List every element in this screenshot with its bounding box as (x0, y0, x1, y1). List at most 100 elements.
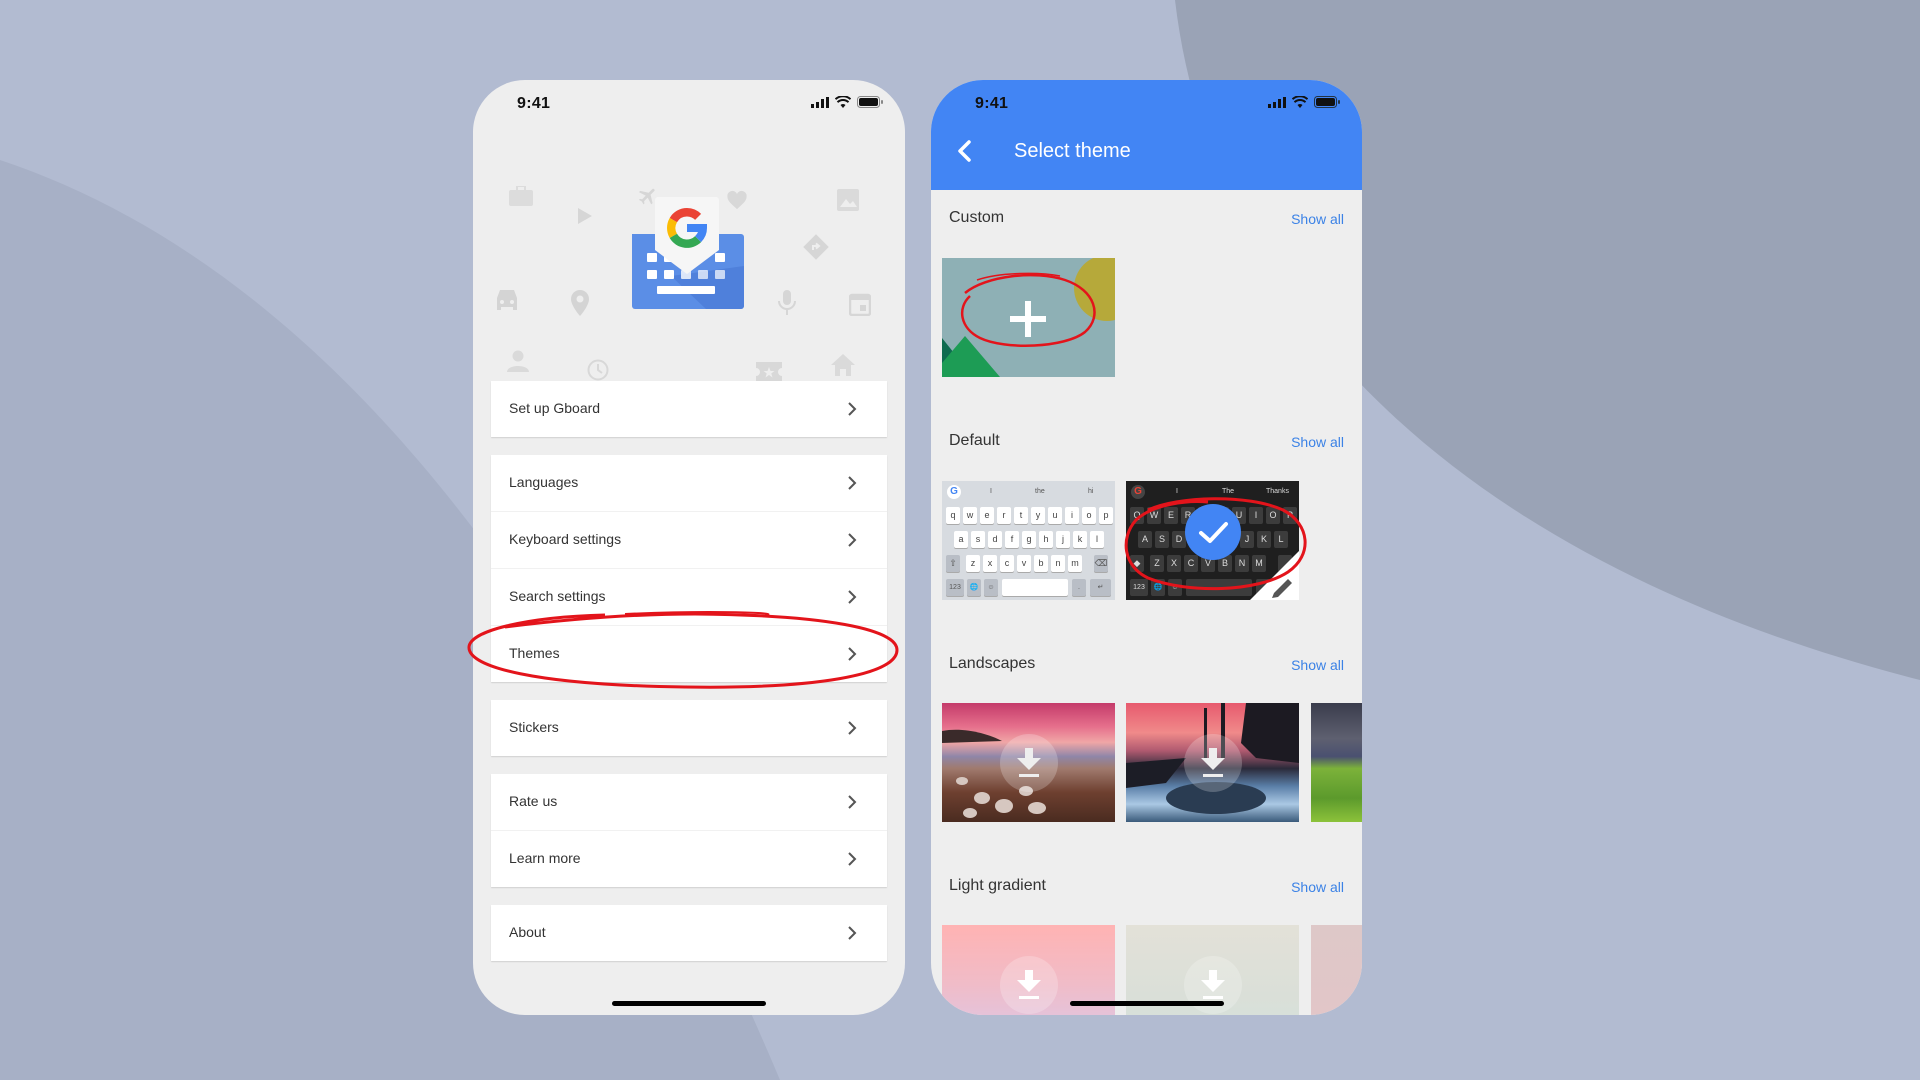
section-title-light-gradient: Light gradient (949, 877, 1046, 894)
keyboard-key: q (946, 507, 960, 524)
signal-icon (811, 96, 829, 108)
keyboard-key: x (983, 555, 997, 572)
keyboard-key: l (1090, 531, 1104, 548)
chevron-right-icon (848, 795, 857, 809)
keyboard-key: ☺ (984, 579, 998, 596)
keyboard-key: y (1031, 507, 1045, 524)
keyboard-key: r (997, 507, 1011, 524)
menu-item-about[interactable]: About (491, 905, 887, 961)
keyboard-key: b (1034, 555, 1048, 572)
keyboard-key: d (988, 531, 1002, 548)
keyboard-key: s (971, 531, 985, 548)
menu-item-stickers[interactable]: Stickers (491, 700, 887, 756)
menu-item-label: Rate us (509, 793, 558, 809)
keyboard-key: f (1005, 531, 1019, 548)
menu-item-label: Set up Gboard (509, 400, 601, 416)
keyboard-key: c (1000, 555, 1014, 572)
chevron-right-icon (848, 402, 857, 416)
keyboard-key: n (1051, 555, 1065, 572)
suggestion: the (1035, 488, 1045, 495)
theme-gradient-rose[interactable] (1311, 925, 1362, 1015)
theme-landscape-beach[interactable] (942, 703, 1115, 822)
menu-group-stickers: Stickers (491, 700, 887, 756)
menu-item-rate-us[interactable]: Rate us (491, 774, 887, 830)
page-title: Select theme (1014, 140, 1131, 162)
car-icon (497, 290, 517, 310)
theme-landscape-hills[interactable] (1311, 703, 1362, 822)
battery-icon (1314, 96, 1340, 108)
keyboard-key: g (1022, 531, 1036, 548)
add-custom-theme-tile[interactable] (942, 258, 1115, 377)
keyboard-key: z (966, 555, 980, 572)
chevron-right-icon (848, 590, 857, 604)
section-title-custom: Custom (949, 209, 1005, 226)
app-header: 9:41 Select theme (931, 80, 1362, 190)
keyboard-key: 🌐 (967, 579, 981, 596)
show-all-default-link[interactable]: Show all (1291, 434, 1344, 450)
keyboard-key: . (1072, 579, 1086, 596)
check-icon (1199, 522, 1228, 543)
location-pin-icon (571, 290, 589, 316)
keyboard-key: v (1017, 555, 1031, 572)
signal-icon (1268, 96, 1286, 108)
theme-landscape-waterfall[interactable] (1126, 703, 1299, 822)
gboard-logo (632, 197, 744, 309)
show-all-landscapes-link[interactable]: Show all (1291, 657, 1344, 673)
menu-item-label: Search settings (509, 588, 606, 604)
selected-check-badge (1185, 504, 1241, 560)
person-icon (507, 350, 529, 372)
home-indicator[interactable] (1069, 1001, 1224, 1006)
keyboard-key: u (1048, 507, 1062, 524)
back-button[interactable] (951, 136, 979, 166)
menu-item-search-settings[interactable]: Search settings (491, 568, 887, 625)
show-all-light-gradient-link[interactable]: Show all (1291, 879, 1344, 895)
keyboard-key: 123 (946, 579, 964, 596)
chevron-right-icon (848, 647, 857, 661)
download-icon (1183, 733, 1242, 792)
theme-default-light[interactable]: G I the hi q w e r t y u i o p a s d f g h j k l ⇧ z x c v b n m ⌫ 1… (942, 481, 1115, 600)
section-title-landscapes: Landscapes (949, 655, 1036, 672)
home-indicator[interactable] (612, 1001, 766, 1006)
menu-group-setup: Set up Gboard (491, 381, 887, 437)
microphone-icon (778, 290, 796, 315)
download-icon (999, 733, 1058, 792)
chevron-right-icon (848, 926, 857, 940)
keyboard-key: e (980, 507, 994, 524)
calendar-icon (849, 293, 871, 316)
image-icon (837, 189, 859, 211)
download-icon (999, 956, 1058, 1014)
select-theme-screen: 9:41 Select theme Custom Show all Defaul… (931, 80, 1362, 1015)
keyboard-key: t (1014, 507, 1028, 524)
hero-illustration (473, 126, 905, 382)
keyboard-key: h (1039, 531, 1053, 548)
suggestion: hi (1088, 488, 1094, 495)
menu-item-keyboard-settings[interactable]: Keyboard settings (491, 511, 887, 568)
menu-item-themes[interactable]: Themes (491, 625, 887, 682)
menu-item-label: Learn more (509, 850, 581, 866)
keyboard-key: ⌫ (1094, 555, 1108, 572)
menu-group-about: About (491, 905, 887, 961)
status-time: 9:41 (975, 95, 1009, 112)
show-all-custom-link[interactable]: Show all (1291, 211, 1344, 227)
menu-item-label: Stickers (509, 719, 559, 735)
home-icon (831, 354, 855, 376)
theme-default-dark-selected[interactable]: G I The Thanks QWERTYUIOPASDFGHJKL◆ZXCVB… (1126, 481, 1299, 600)
battery-icon (857, 96, 883, 108)
chevron-right-icon (848, 476, 857, 490)
keyboard-key: i (1065, 507, 1079, 524)
menu-item-label: Keyboard settings (509, 531, 622, 547)
play-icon (578, 208, 592, 224)
keyboard-key: k (1073, 531, 1087, 548)
section-title-default: Default (949, 432, 1000, 449)
status-time: 9:41 (517, 95, 551, 112)
menu-item-learn-more[interactable]: Learn more (491, 830, 887, 887)
keyboard-key: o (1082, 507, 1096, 524)
menu-item-languages[interactable]: Languages (491, 455, 887, 511)
menu-item-set-up-gboard[interactable]: Set up Gboard (491, 381, 887, 437)
menu-group-feedback: Rate us Learn more (491, 774, 887, 887)
menu-item-label: Languages (509, 474, 579, 490)
status-bar: 9:41 (931, 80, 1362, 126)
plus-icon (1010, 301, 1046, 337)
keyboard-key: j (1056, 531, 1070, 548)
wifi-icon (835, 96, 851, 108)
